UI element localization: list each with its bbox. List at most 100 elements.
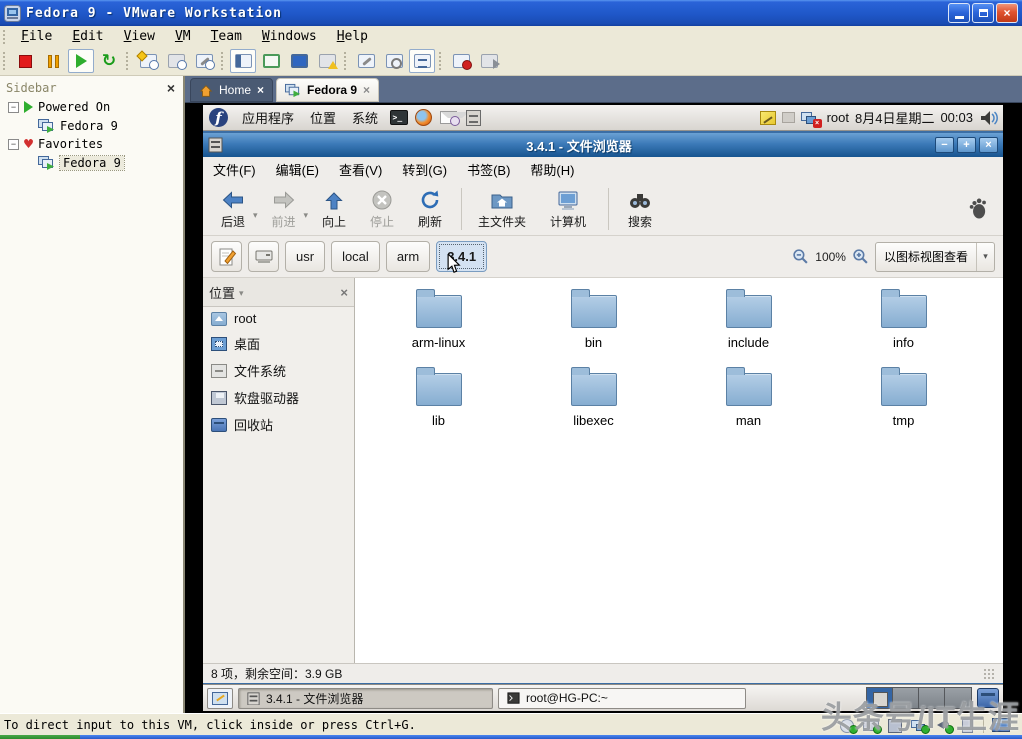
refresh-button[interactable]: 刷新 <box>406 185 454 233</box>
snapshot-manager-button[interactable] <box>191 49 217 73</box>
applet-icon[interactable] <box>782 112 795 123</box>
folder-item[interactable]: lib <box>361 364 516 442</box>
power-on-button[interactable] <box>68 49 94 73</box>
clock-date[interactable]: 8月4日星期二 <box>855 108 934 127</box>
resize-grip[interactable] <box>983 668 995 680</box>
places-header[interactable]: 位置 ▾ × <box>203 278 354 307</box>
zoom-out-button[interactable] <box>792 248 809 265</box>
replay-button[interactable] <box>476 49 502 73</box>
location-edit-toggle[interactable] <box>211 241 242 272</box>
menu-bangzhu[interactable]: 帮助(H) <box>520 156 584 183</box>
folder-item[interactable]: include <box>671 286 826 364</box>
folder-item[interactable]: bin <box>516 286 671 364</box>
menu-shuqian[interactable]: 书签(B) <box>457 156 520 183</box>
tab-close-icon[interactable]: × <box>363 83 370 97</box>
toolbar-grip[interactable] <box>438 51 443 71</box>
filesystem-root-button[interactable] <box>248 241 279 272</box>
terminal-launcher[interactable]: >_ <box>389 109 408 126</box>
vm-console[interactable]: f 应用程序 位置 系统 >_ root 8月4日星期二 00:03 <box>185 103 1022 713</box>
tab-fedora9[interactable]: Fedora 9 × <box>276 78 379 102</box>
file-manager-launcher[interactable] <box>464 109 483 126</box>
computer-button[interactable]: 计算机 <box>535 185 601 233</box>
toolbar-grip[interactable] <box>343 51 348 71</box>
system-menu[interactable]: 系统 <box>344 105 386 130</box>
toolbar-grip[interactable] <box>125 51 130 71</box>
places-close-icon[interactable]: × <box>340 285 348 300</box>
menu-wenjian[interactable]: 文件(F) <box>203 156 266 183</box>
vm-close-button[interactable]: × <box>979 137 998 153</box>
zoom-in-button[interactable] <box>852 248 869 265</box>
collapse-icon[interactable]: − <box>8 102 19 113</box>
settings-button[interactable] <box>353 49 379 73</box>
tab-close-icon[interactable]: × <box>257 83 264 97</box>
vm-maximize-button[interactable]: + <box>957 137 976 153</box>
back-button[interactable]: 后退 <box>209 185 257 233</box>
summary-view-button[interactable] <box>381 49 407 73</box>
toolbar-grip[interactable] <box>2 51 7 71</box>
record-button[interactable] <box>448 49 474 73</box>
network-offline-icon[interactable] <box>801 110 821 126</box>
firefox-launcher[interactable] <box>414 109 433 126</box>
taskbar-item-terminal[interactable]: root@HG-PC:~ <box>498 688 746 709</box>
path-button-local[interactable]: local <box>331 241 380 272</box>
tab-home[interactable]: Home × <box>190 78 273 102</box>
applications-menu[interactable]: 应用程序 <box>234 105 302 130</box>
menu-file[interactable]: File <box>11 27 62 46</box>
console-view-button[interactable] <box>409 49 435 73</box>
menu-windows[interactable]: Windows <box>252 27 327 46</box>
snapshot-revert-button[interactable] <box>163 49 189 73</box>
folder-view[interactable]: arm-linux bin include info <box>355 278 1003 663</box>
menu-help[interactable]: Help <box>327 27 378 46</box>
folder-item[interactable]: arm-linux <box>361 286 516 364</box>
sidebar-item-fedora9-favorite[interactable]: Fedora 9 <box>0 153 183 172</box>
menubar-grip[interactable] <box>2 29 7 44</box>
power-off-button[interactable] <box>12 49 38 73</box>
minimize-button[interactable] <box>948 3 970 23</box>
show-sidebar-button[interactable] <box>230 49 256 73</box>
suspend-button[interactable] <box>40 49 66 73</box>
menu-zhuandao[interactable]: 转到(G) <box>392 156 457 183</box>
place-root[interactable]: root <box>203 307 354 330</box>
toolbar-grip[interactable] <box>220 51 225 71</box>
menu-edit[interactable]: Edit <box>62 27 113 46</box>
quick-switch-button[interactable] <box>258 49 284 73</box>
window-titlebar[interactable]: Fedora 9 - VMware Workstation × <box>0 0 1022 26</box>
fedora-menu-icon[interactable]: f <box>209 108 228 127</box>
folder-item[interactable]: man <box>671 364 826 442</box>
places-menu[interactable]: 位置 <box>302 105 344 130</box>
menu-chakan[interactable]: 查看(V) <box>329 156 392 183</box>
close-button[interactable]: × <box>996 3 1018 23</box>
folder-item[interactable]: tmp <box>826 364 981 442</box>
clock-time[interactable]: 00:03 <box>940 110 973 125</box>
place-trash[interactable]: 回收站 <box>203 411 354 438</box>
path-button-arm[interactable]: arm <box>386 241 430 272</box>
taskbar-item-file-browser[interactable]: 3.4.1 - 文件浏览器 <box>238 688 493 709</box>
place-desktop[interactable]: 桌面 <box>203 330 354 357</box>
back-history-dropdown[interactable]: ▾ <box>253 210 258 221</box>
user-name[interactable]: root <box>827 110 849 125</box>
sidebar-item-fedora9[interactable]: Fedora 9 <box>0 116 183 135</box>
view-mode-select[interactable]: 以图标视图查看 ▾ <box>875 242 995 272</box>
place-filesystem[interactable]: 文件系统 <box>203 357 354 384</box>
path-button-usr[interactable]: usr <box>285 241 325 272</box>
menu-vm[interactable]: VM <box>165 27 201 46</box>
unity-button[interactable] <box>314 49 340 73</box>
volume-icon[interactable] <box>979 110 999 126</box>
home-folder-button[interactable]: 主文件夹 <box>469 185 535 233</box>
sidebar-close-icon[interactable]: × <box>167 80 175 96</box>
menu-team[interactable]: Team <box>201 27 252 46</box>
up-button[interactable]: 向上 <box>310 185 358 233</box>
place-floppy[interactable]: 软盘驱动器 <box>203 384 354 411</box>
vm-screen[interactable]: f 应用程序 位置 系统 >_ root 8月4日星期二 00:03 <box>203 105 1003 711</box>
search-button[interactable]: 搜索 <box>616 185 664 233</box>
restore-button[interactable] <box>972 3 994 23</box>
show-desktop-button[interactable] <box>207 688 233 709</box>
full-screen-button[interactable] <box>286 49 312 73</box>
folder-item[interactable]: libexec <box>516 364 671 442</box>
vm-minimize-button[interactable]: − <box>935 137 954 153</box>
folder-item[interactable]: info <box>826 286 981 364</box>
sidebar-group-powered-on[interactable]: − Powered On <box>0 98 183 116</box>
sidebar-group-favorites[interactable]: − ♥ Favorites <box>0 135 183 153</box>
collapse-icon[interactable]: − <box>8 139 19 150</box>
menu-view[interactable]: View <box>114 27 165 46</box>
